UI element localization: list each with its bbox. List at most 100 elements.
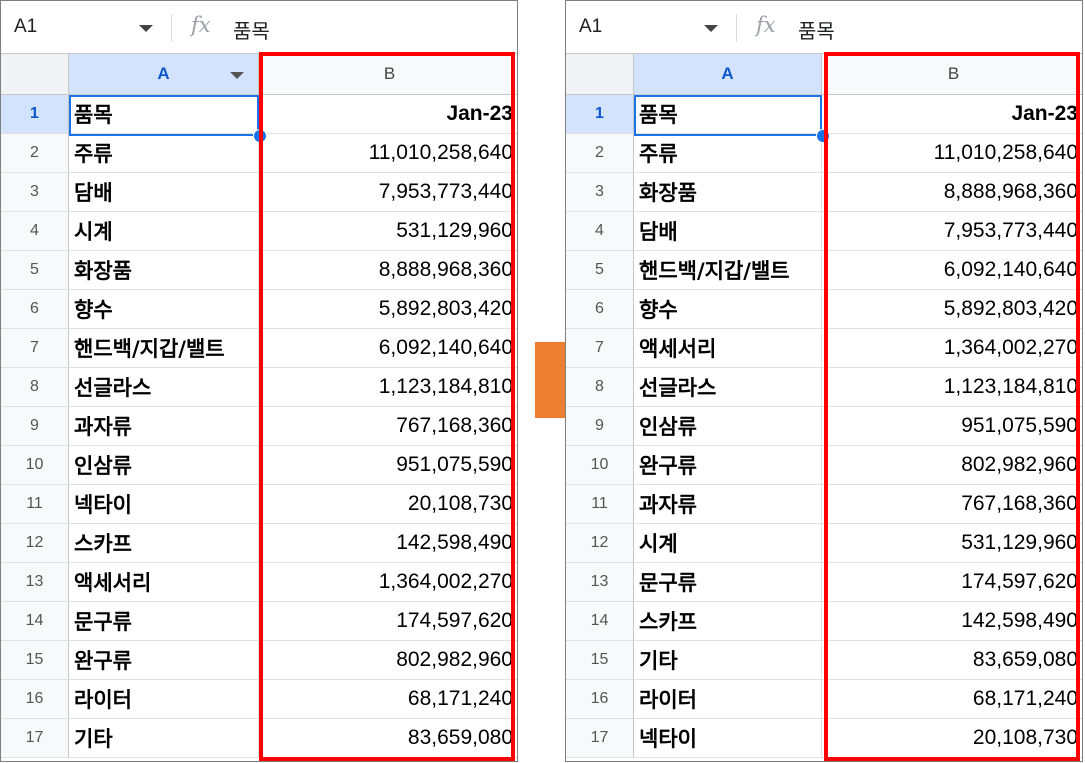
row-header[interactable]: 17	[1, 719, 69, 758]
cell-b[interactable]: 142,598,490	[822, 602, 1082, 641]
row-header[interactable]: 4	[566, 212, 634, 251]
row-header[interactable]: 6	[1, 290, 69, 329]
cell-b[interactable]: 1,123,184,810	[259, 368, 517, 407]
cell-a[interactable]: 액세서리	[69, 563, 259, 602]
row-header[interactable]: 14	[566, 602, 634, 641]
cell-b[interactable]: 1,123,184,810	[822, 368, 1082, 407]
row-header[interactable]: 1	[1, 95, 69, 134]
row-header[interactable]: 17	[566, 719, 634, 758]
row-header[interactable]: 5	[1, 251, 69, 290]
cell-a[interactable]: 선글라스	[69, 368, 259, 407]
select-all-corner[interactable]	[566, 54, 634, 95]
row-header[interactable]: 9	[566, 407, 634, 446]
cell-a[interactable]: 라이터	[69, 680, 259, 719]
cell-a[interactable]: 시계	[69, 212, 259, 251]
cell-a[interactable]: 기타	[69, 719, 259, 758]
cell-a[interactable]: 화장품	[634, 173, 822, 212]
cell-b[interactable]: 11,010,258,640	[259, 134, 517, 173]
cell-b[interactable]: 5,892,803,420	[259, 290, 517, 329]
cell-a[interactable]: 선글라스	[634, 368, 822, 407]
row-header[interactable]: 11	[566, 485, 634, 524]
cell-b[interactable]: 20,108,730	[259, 485, 517, 524]
cell-a[interactable]: 핸드백/지갑/밸트	[634, 251, 822, 290]
cell-b[interactable]: 767,168,360	[259, 407, 517, 446]
row-header[interactable]: 13	[566, 563, 634, 602]
cell-a[interactable]: 시계	[634, 524, 822, 563]
cell-a[interactable]: 문구류	[69, 602, 259, 641]
cell-a[interactable]: 품목	[69, 95, 259, 134]
cell-a[interactable]: 핸드백/지갑/밸트	[69, 329, 259, 368]
cell-b[interactable]: 767,168,360	[822, 485, 1082, 524]
cell-a[interactable]: 과자류	[634, 485, 822, 524]
column-header-b[interactable]: B	[259, 54, 517, 95]
cell-b[interactable]: 142,598,490	[259, 524, 517, 563]
row-header[interactable]: 3	[1, 173, 69, 212]
row-header[interactable]: 7	[566, 329, 634, 368]
fill-handle[interactable]	[253, 129, 267, 143]
column-menu-icon[interactable]	[230, 72, 244, 79]
cell-b[interactable]: 174,597,620	[259, 602, 517, 641]
row-header[interactable]: 5	[566, 251, 634, 290]
cell-b[interactable]: 174,597,620	[822, 563, 1082, 602]
name-box[interactable]: A1	[14, 16, 37, 38]
cell-a[interactable]: 품목	[634, 95, 822, 134]
row-header[interactable]: 4	[1, 212, 69, 251]
formula-input[interactable]: 품목	[798, 15, 835, 44]
cell-a[interactable]: 담배	[69, 173, 259, 212]
cell-a[interactable]: 인삼류	[69, 446, 259, 485]
cell-a[interactable]: 주류	[69, 134, 259, 173]
cell-a[interactable]: 넥타이	[634, 719, 822, 758]
row-header[interactable]: 3	[566, 173, 634, 212]
cell-b[interactable]: 83,659,080	[822, 641, 1082, 680]
cell-b[interactable]: 8,888,968,360	[259, 251, 517, 290]
row-header[interactable]: 8	[566, 368, 634, 407]
cell-b[interactable]: Jan-23	[822, 95, 1082, 134]
row-header[interactable]: 13	[1, 563, 69, 602]
cell-b[interactable]: Jan-23	[259, 95, 517, 134]
row-header[interactable]: 8	[1, 368, 69, 407]
formula-input[interactable]: 품목	[233, 15, 270, 44]
column-header-a[interactable]: A	[69, 54, 259, 95]
cell-b[interactable]: 7,953,773,440	[822, 212, 1082, 251]
row-header[interactable]: 12	[566, 524, 634, 563]
cell-a[interactable]: 주류	[634, 134, 822, 173]
cell-a[interactable]: 스카프	[634, 602, 822, 641]
cell-a[interactable]: 완구류	[634, 446, 822, 485]
cell-a[interactable]: 향수	[634, 290, 822, 329]
cell-b[interactable]: 1,364,002,270	[259, 563, 517, 602]
cell-a[interactable]: 인삼류	[634, 407, 822, 446]
chevron-down-icon[interactable]	[139, 25, 153, 32]
cell-b[interactable]: 802,982,960	[259, 641, 517, 680]
cell-b[interactable]: 83,659,080	[259, 719, 517, 758]
cell-b[interactable]: 531,129,960	[259, 212, 517, 251]
row-header[interactable]: 11	[1, 485, 69, 524]
cell-b[interactable]: 68,171,240	[822, 680, 1082, 719]
cell-b[interactable]: 951,075,590	[259, 446, 517, 485]
row-header[interactable]: 9	[1, 407, 69, 446]
row-header[interactable]: 6	[566, 290, 634, 329]
cell-a[interactable]: 향수	[69, 290, 259, 329]
row-header[interactable]: 1	[566, 95, 634, 134]
row-header[interactable]: 16	[1, 680, 69, 719]
row-header[interactable]: 2	[1, 134, 69, 173]
row-header[interactable]: 16	[566, 680, 634, 719]
cell-b[interactable]: 7,953,773,440	[259, 173, 517, 212]
cell-b[interactable]: 68,171,240	[259, 680, 517, 719]
cell-a[interactable]: 넥타이	[69, 485, 259, 524]
row-header[interactable]: 7	[1, 329, 69, 368]
chevron-down-icon[interactable]	[704, 25, 718, 32]
cell-a[interactable]: 라이터	[634, 680, 822, 719]
select-all-corner[interactable]	[1, 54, 69, 95]
cell-b[interactable]: 802,982,960	[822, 446, 1082, 485]
row-header[interactable]: 10	[1, 446, 69, 485]
cell-b[interactable]: 5,892,803,420	[822, 290, 1082, 329]
cell-a[interactable]: 과자류	[69, 407, 259, 446]
cell-a[interactable]: 문구류	[634, 563, 822, 602]
cell-a[interactable]: 화장품	[69, 251, 259, 290]
row-header[interactable]: 12	[1, 524, 69, 563]
row-header[interactable]: 14	[1, 602, 69, 641]
cell-b[interactable]: 8,888,968,360	[822, 173, 1082, 212]
cell-b[interactable]: 531,129,960	[822, 524, 1082, 563]
cell-a[interactable]: 담배	[634, 212, 822, 251]
cell-b[interactable]: 20,108,730	[822, 719, 1082, 758]
